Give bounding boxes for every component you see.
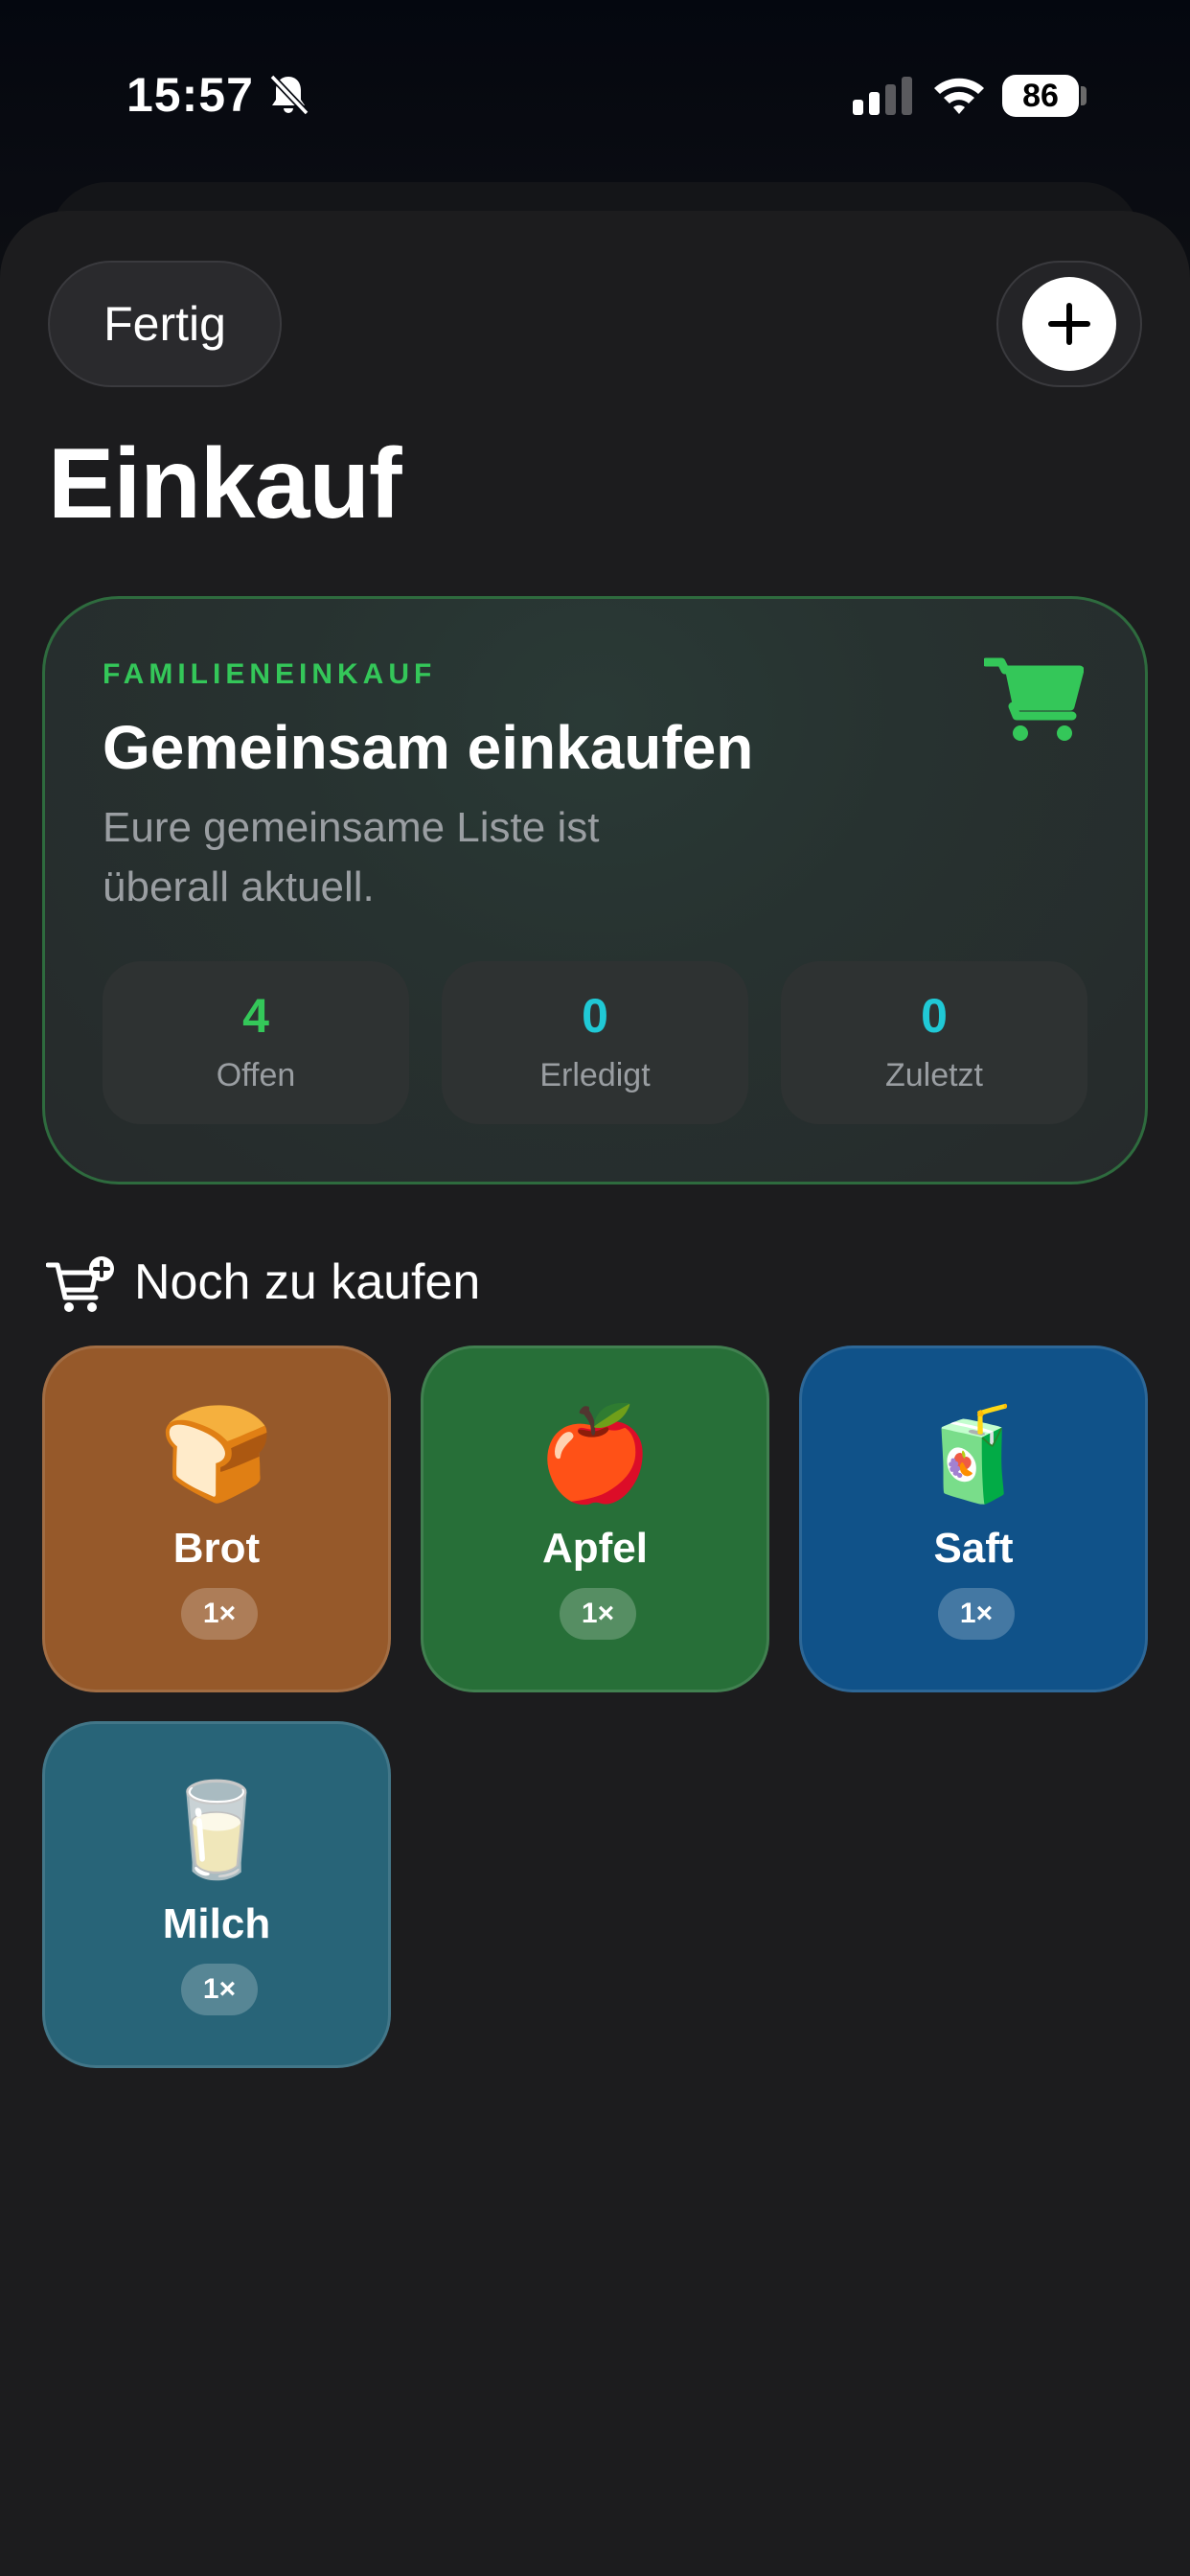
cart-icon	[984, 657, 1084, 741]
stat-recent-label: Zuletzt	[884, 1057, 984, 1093]
apple-emoji-icon: 🍎	[538, 1403, 652, 1506]
item-quantity-badge: 1×	[181, 1588, 258, 1640]
item-name: Milch	[162, 1900, 271, 1947]
stat-recent: 0 Zuletzt	[781, 961, 1087, 1124]
plus-icon	[1048, 303, 1090, 345]
done-button[interactable]: Fertig	[48, 261, 282, 387]
stat-open-value: 4	[242, 989, 269, 1043]
status-bar: 15:57 86	[0, 0, 1190, 192]
item-tile-saft[interactable]: 🧃 Saft 1×	[799, 1346, 1148, 1692]
item-tile-apfel[interactable]: 🍎 Apfel 1×	[421, 1346, 769, 1692]
item-name: Apfel	[542, 1525, 648, 1572]
add-item-button[interactable]	[996, 261, 1142, 387]
cart-badge-plus-icon	[46, 1256, 114, 1312]
item-quantity-badge: 1×	[938, 1588, 1015, 1640]
stat-open: 4 Offen	[103, 961, 409, 1124]
stat-recent-value: 0	[921, 989, 948, 1043]
family-shopping-card: FAMILIENEINKAUF Gemeinsam einkaufen Eure…	[42, 596, 1148, 1184]
bread-emoji-icon: 🍞	[159, 1403, 274, 1506]
item-quantity-badge: 1×	[181, 1964, 258, 2015]
cellular-signal-icon	[853, 77, 912, 115]
item-tile-brot[interactable]: 🍞 Brot 1×	[42, 1346, 391, 1692]
item-tile-milch[interactable]: 🥛 Milch 1×	[42, 1721, 391, 2068]
item-name: Saft	[933, 1525, 1014, 1572]
card-title: Gemeinsam einkaufen	[103, 713, 754, 782]
item-name: Brot	[172, 1525, 261, 1572]
juice-box-emoji-icon: 🧃	[916, 1403, 1031, 1506]
card-eyebrow: FAMILIENEINKAUF	[103, 658, 437, 690]
stat-open-label: Offen	[216, 1057, 296, 1093]
page-title: Einkauf	[48, 428, 402, 540]
item-quantity-badge: 1×	[560, 1588, 636, 1640]
card-subtitle: Eure gemeinsame Liste ist überall aktuel…	[103, 804, 600, 910]
stat-done-value: 0	[582, 989, 608, 1043]
battery-indicator: 86	[1002, 75, 1079, 117]
battery-cap	[1081, 86, 1087, 105]
section-title: Noch zu kaufen	[134, 1254, 481, 1310]
stat-done: 0 Erledigt	[442, 961, 748, 1124]
status-time: 15:57	[126, 68, 254, 122]
wifi-icon	[934, 78, 984, 114]
add-circle	[1022, 277, 1116, 371]
stat-done-label: Erledigt	[539, 1057, 651, 1093]
milk-glass-emoji-icon: 🥛	[159, 1779, 274, 1881]
bell-slash-icon	[269, 74, 309, 116]
screen: 15:57 86 Fertig Einkauf FAMILIENEINKAUF …	[0, 0, 1190, 2576]
